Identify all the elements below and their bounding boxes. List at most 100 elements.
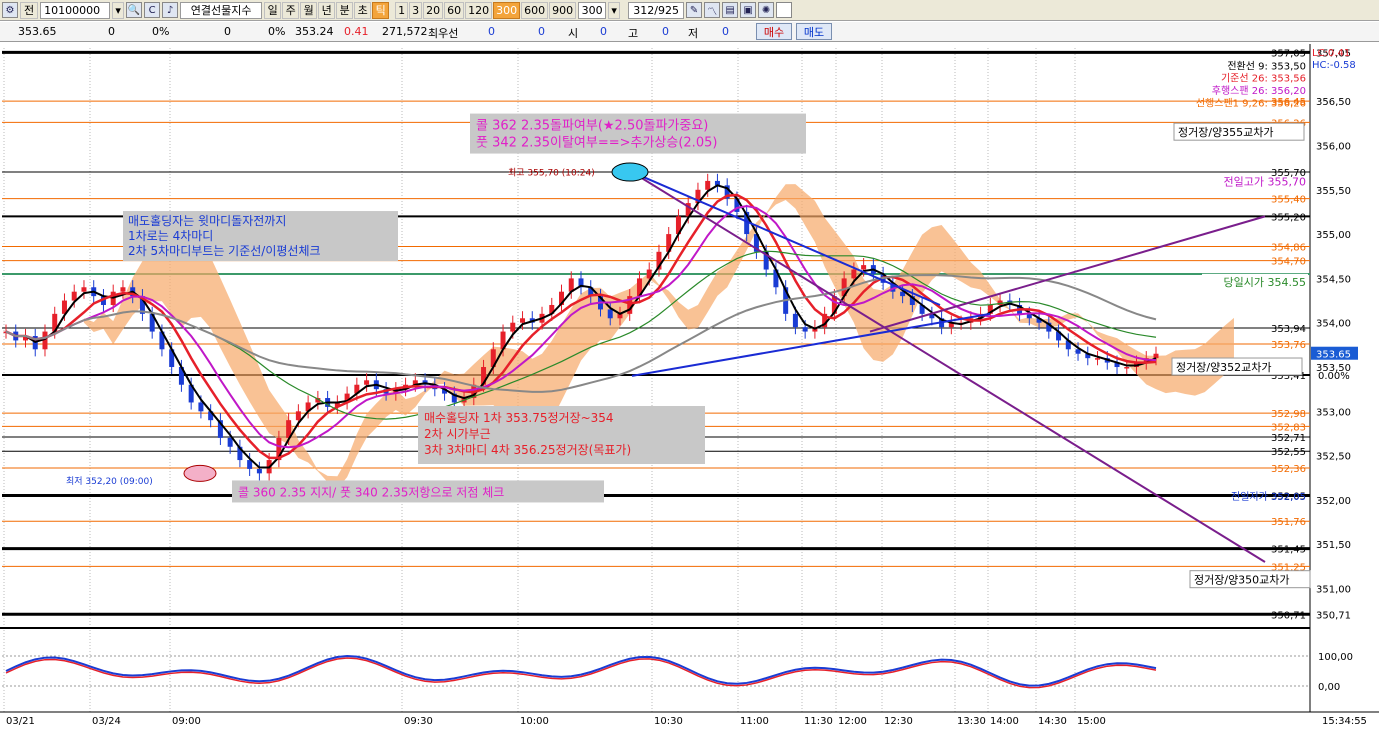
tick-tabs: 1 3 20 60 120 300 600 900 xyxy=(395,1,577,19)
lag-span-label: 후행스팬 26: 356,20 xyxy=(1212,85,1306,97)
tick-tab-7[interactable]: 900 xyxy=(549,1,577,19)
level-label: 352,71 xyxy=(1271,433,1306,444)
station-label: 정거장/양355교차가 xyxy=(1178,126,1274,139)
annot-mid-1: 매수홀딩자 1차 353.75정거장~354 xyxy=(424,411,614,425)
x-tick-label: 15:00 xyxy=(1077,716,1106,727)
hc-label: HC:-0.58 xyxy=(1312,60,1356,71)
quote-open: 0 xyxy=(600,25,607,38)
quote-best-label: 최우선 xyxy=(428,27,459,40)
tick-tab-6[interactable]: 600 xyxy=(521,1,549,19)
y-tick-label: 350,71 xyxy=(1316,610,1351,621)
tab-button[interactable]: 전 xyxy=(20,1,39,19)
station-label: 정거장/양352교차가 xyxy=(1176,361,1272,374)
quote-high-label: 고 xyxy=(628,27,639,40)
candle-body xyxy=(792,313,798,328)
tick-tab-1[interactable]: 3 xyxy=(409,1,423,19)
y-tick-label: 352,50 xyxy=(1316,452,1351,463)
candle-body xyxy=(1153,353,1159,359)
tick-tab-5[interactable]: 300 xyxy=(493,1,521,19)
current-price-label: 353.65 xyxy=(1316,350,1351,361)
x-tick-label: 09:00 xyxy=(172,716,201,727)
candle-body xyxy=(1124,367,1130,369)
quote-open-label: 시 xyxy=(568,27,579,40)
annot-left-3: 2차 5차마디부트는 기준선/이평선체크 xyxy=(128,244,321,258)
annot-top-1: 콜 362 2.35돌파여부(★2.50돌파가중요) xyxy=(476,119,708,134)
quote-change: 0.41 xyxy=(344,25,369,38)
save-icon[interactable]: ▣ xyxy=(740,2,757,18)
x-tick-label: 13:30 xyxy=(957,716,986,727)
print-icon[interactable]: ▤ xyxy=(722,2,739,18)
quote-bar: 353.65 0 0% 0 0% 353.24 0.41 271,572 최우선… xyxy=(0,22,1379,42)
level-label: 352,55 xyxy=(1271,447,1306,458)
y-tick-label: 351,00 xyxy=(1316,585,1351,596)
x-tick-label: 12:30 xyxy=(884,716,913,727)
search-icon[interactable]: 🔍 xyxy=(126,2,143,18)
x-tick-label: 09:30 xyxy=(404,716,433,727)
x-tick-label: 11:00 xyxy=(740,716,769,727)
y-tick-label: 354,00 xyxy=(1316,319,1351,330)
tick-tab-4[interactable]: 120 xyxy=(465,1,493,19)
sound-icon[interactable]: ♪ xyxy=(162,2,179,18)
quote-v2: 0 xyxy=(224,25,231,38)
y-tick-label: 355,50 xyxy=(1316,186,1351,197)
quote-p2: 0% xyxy=(268,25,286,38)
annot-mid-2: 2차 시가부근 xyxy=(424,427,491,441)
candle-body xyxy=(861,265,867,270)
candle-body xyxy=(256,468,262,474)
compare-icon[interactable]: C xyxy=(144,2,161,18)
code-dropdown-icon[interactable]: ▾ xyxy=(112,1,125,19)
period-tab-5[interactable]: 초 xyxy=(354,1,372,19)
x-tick-label: 03/24 xyxy=(92,716,121,727)
page-counter: 312/925 xyxy=(628,1,685,19)
today-open-label: 당일시가 354.55 xyxy=(1224,275,1306,289)
checkbox[interactable] xyxy=(776,2,793,18)
period-tab-0[interactable]: 일 xyxy=(264,1,282,19)
period-tab-1[interactable]: 주 xyxy=(282,1,300,19)
quote-low-label: 저 xyxy=(688,27,699,40)
quote-p1: 0% xyxy=(152,25,170,38)
level-label: 351,45 xyxy=(1271,545,1306,556)
candle-body xyxy=(520,318,526,323)
gear-icon[interactable]: ✺ xyxy=(758,2,775,18)
level-label: 353,94 xyxy=(1271,324,1306,335)
chart-settings-icon[interactable]: ⚙ xyxy=(2,2,18,18)
tick-tab-0[interactable]: 1 xyxy=(395,1,409,19)
tick-tab-2[interactable]: 20 xyxy=(423,1,444,19)
tick-dropdown-icon[interactable]: ▾ xyxy=(608,1,621,19)
tick-count-input[interactable]: 300 xyxy=(578,1,607,19)
quote-v1: 0 xyxy=(108,25,115,38)
lc-label: LC:0.41 xyxy=(1312,48,1350,59)
high-marker xyxy=(611,162,649,182)
period-tab-2[interactable]: 월 xyxy=(300,1,318,19)
candle-body xyxy=(227,437,233,447)
candle-body xyxy=(851,269,857,279)
x-tick-label: 12:00 xyxy=(838,716,867,727)
level-label: 354,70 xyxy=(1271,257,1306,268)
candle-body xyxy=(705,180,711,190)
level-label: 355,40 xyxy=(1271,195,1306,206)
sell-button[interactable]: 매도 xyxy=(796,23,832,40)
level-label: 352,98 xyxy=(1271,409,1306,420)
x-tick-label: 14:30 xyxy=(1038,716,1067,727)
tick-tab-3[interactable]: 60 xyxy=(444,1,465,19)
period-tab-4[interactable]: 분 xyxy=(336,1,354,19)
instrument-name: 연결선물지수 xyxy=(180,1,263,19)
level-label: 352,36 xyxy=(1271,464,1306,475)
annot-left-2: 1차로는 4차마디 xyxy=(128,229,213,243)
quote-b1: 0 xyxy=(488,25,495,38)
indicator-icon[interactable]: 〽 xyxy=(704,2,721,18)
period-tab-3[interactable]: 년 xyxy=(318,1,336,19)
prev-low-label: 전일저가 352,05 xyxy=(1231,491,1306,503)
y-tick-label: 356,00 xyxy=(1316,141,1351,152)
period-tab-6[interactable]: 틱 xyxy=(372,1,390,19)
y-tick-label: 351,50 xyxy=(1316,540,1351,551)
base-line-label: 기준선 26: 353,56 xyxy=(1221,73,1306,85)
buy-button[interactable]: 매수 xyxy=(756,23,792,40)
draw-tool-icon[interactable]: ✎ xyxy=(686,2,703,18)
price-chart[interactable]: 03/21 03/24 09:00 09:30 10:00 10:30 11:00 11:30… xyxy=(0,44,1379,732)
y-tick-label: 354,50 xyxy=(1316,274,1351,285)
quote-low: 0 xyxy=(722,25,729,38)
annot-left-1: 매도홀딩자는 윗마디돌자전까지 xyxy=(128,213,286,228)
code-input[interactable]: 10100000 xyxy=(40,1,111,19)
toolbar: ⚙ 전 10100000 ▾ 🔍 C ♪ 연결선물지수 일주월년분초틱 1 3 20… xyxy=(0,0,1379,21)
